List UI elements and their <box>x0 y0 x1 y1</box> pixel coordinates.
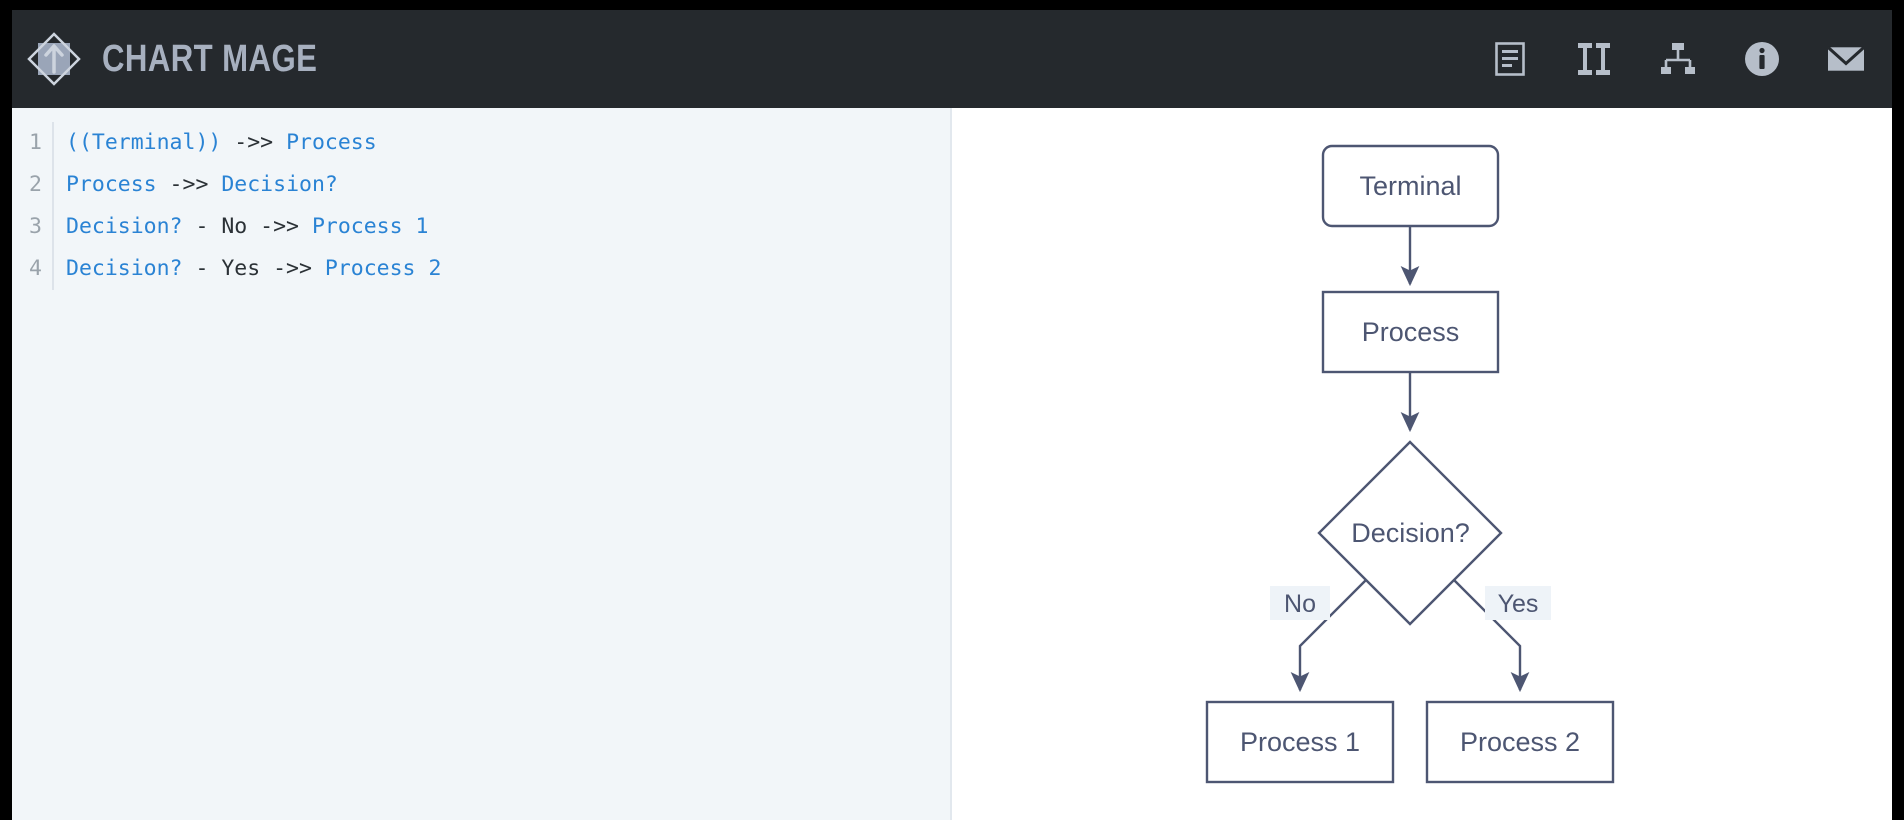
node-process1-label: Process 1 <box>1240 727 1360 757</box>
line-number: 3 <box>12 206 52 248</box>
node-process-label: Process <box>1362 317 1460 347</box>
app-window: CHART MAGE <box>12 10 1892 820</box>
code-line-text[interactable]: ((Terminal)) ->> Process <box>52 122 950 164</box>
edge-label-no: No <box>1270 586 1330 620</box>
edge-label-yes-text: Yes <box>1498 590 1539 618</box>
code-token: Process 2 <box>325 256 442 281</box>
code-token: Decision? <box>66 214 183 239</box>
node-process1[interactable]: Process 1 <box>1207 702 1393 782</box>
edge-label-yes: Yes <box>1485 586 1551 620</box>
node-terminal[interactable]: Terminal <box>1323 146 1498 226</box>
code-line: 3 Decision? - No ->> Process 1 <box>12 206 950 248</box>
code-token: ->> <box>221 130 286 155</box>
code-token: Process <box>66 172 157 197</box>
brand-name: CHART MAGE <box>102 40 317 78</box>
line-number: 2 <box>12 164 52 206</box>
node-process2[interactable]: Process 2 <box>1427 702 1613 782</box>
flowchart-icon[interactable] <box>1660 41 1696 77</box>
code-line-text[interactable]: Decision? - No ->> Process 1 <box>52 206 950 248</box>
app-header: CHART MAGE <box>12 10 1892 108</box>
code-token: - Yes ->> <box>183 256 325 281</box>
diagram-canvas[interactable]: Terminal Process Decision? No <box>952 108 1892 820</box>
node-decision[interactable]: Decision? <box>1319 442 1501 624</box>
brand[interactable]: CHART MAGE <box>22 27 365 91</box>
sequence-diagram-icon[interactable] <box>1576 41 1612 77</box>
node-process[interactable]: Process <box>1323 292 1498 372</box>
code-line: 2 Process ->> Decision? <box>12 164 950 206</box>
code-line-text[interactable]: Decision? - Yes ->> Process 2 <box>52 248 950 290</box>
line-number: 4 <box>12 248 52 290</box>
node-process2-label: Process 2 <box>1460 727 1580 757</box>
code-token: ->> <box>157 172 222 197</box>
document-icon[interactable] <box>1492 41 1528 77</box>
node-terminal-label: Terminal <box>1359 171 1461 201</box>
line-number: 1 <box>12 122 52 164</box>
code-editor[interactable]: 1 ((Terminal)) ->> Process 2 Process ->>… <box>12 108 952 820</box>
code-line: 1 ((Terminal)) ->> Process <box>12 122 950 164</box>
info-icon[interactable] <box>1744 41 1780 77</box>
diamond-arrow-up-logo <box>22 27 86 91</box>
code-token: Decision? <box>221 172 338 197</box>
code-line-text[interactable]: Process ->> Decision? <box>52 164 950 206</box>
code-token: Process 1 <box>312 214 429 239</box>
flowchart-svg: Terminal Process Decision? No <box>952 108 1880 820</box>
code-token: - No ->> <box>183 214 312 239</box>
code-token: Decision? <box>66 256 183 281</box>
code-token: ((Terminal)) <box>66 130 221 155</box>
header-actions <box>1492 41 1864 77</box>
code-token: Process <box>286 130 377 155</box>
edge-label-no-text: No <box>1284 590 1316 618</box>
node-decision-label: Decision? <box>1351 518 1470 548</box>
code-line: 4 Decision? - Yes ->> Process 2 <box>12 248 950 290</box>
mail-icon[interactable] <box>1828 41 1864 77</box>
app-body: 1 ((Terminal)) ->> Process 2 Process ->>… <box>12 108 1892 820</box>
